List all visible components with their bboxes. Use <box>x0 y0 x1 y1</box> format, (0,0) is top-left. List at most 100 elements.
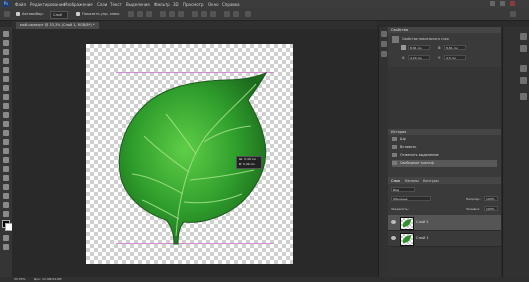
path-select-tool[interactable] <box>3 175 9 181</box>
zoom-tool[interactable] <box>3 202 9 208</box>
menu-3d[interactable]: 3D <box>173 2 179 7</box>
document-tab[interactable]: мой-самолрт @ 33,3% (Слой 1, RGB/8*) * <box>16 22 99 29</box>
info-panel-icon[interactable] <box>381 41 387 47</box>
align-center-icon[interactable] <box>169 11 175 17</box>
clone-stamp-tool[interactable] <box>3 103 9 109</box>
layer-row-2[interactable]: Слой 2 <box>388 215 501 231</box>
visibility-eye-icon[interactable] <box>391 220 396 224</box>
align-right-icon[interactable] <box>178 11 184 17</box>
opacity-field[interactable]: 100% <box>484 196 498 201</box>
autoselect-dropdown[interactable]: Слой <box>50 11 68 19</box>
3d-mode-icon[interactable] <box>245 11 251 17</box>
x-field[interactable]: 4,24 см <box>408 55 430 60</box>
menu-view[interactable]: Просмотр <box>183 2 204 7</box>
width-field[interactable]: 8,81 см <box>408 45 430 50</box>
menu-file[interactable]: Файл <box>15 2 26 7</box>
height-field[interactable]: 8,81 см <box>444 45 466 50</box>
history-item[interactable]: Шр <box>392 136 497 143</box>
height-value: 8,81 см <box>446 46 458 50</box>
menu-type[interactable]: Текст <box>110 2 122 7</box>
minimize-icon[interactable] <box>490 1 495 6</box>
eraser-tool[interactable] <box>3 121 9 127</box>
distribute-space-icon[interactable] <box>233 11 239 17</box>
history-item-label: Вставить <box>400 145 417 149</box>
tab-layers[interactable]: Слои <box>391 179 400 183</box>
menu-select[interactable]: Выделение <box>126 2 150 7</box>
y-field[interactable]: 4,5 см <box>444 55 466 60</box>
history-item-current[interactable]: Свободное трансф. <box>392 160 497 167</box>
layers-tabs: Слои Каналы Контуры <box>388 177 501 184</box>
edit-toolbar-icon[interactable] <box>3 211 9 217</box>
history-item-label: Свободное трансф. <box>400 161 435 165</box>
blur-tool[interactable] <box>3 139 9 145</box>
lasso-tool[interactable] <box>3 49 9 55</box>
layer-name[interactable]: Слой 2 <box>416 220 428 224</box>
link-icon[interactable] <box>401 45 406 50</box>
layer-thumbnail <box>400 217 414 230</box>
history-panel-icon[interactable] <box>381 31 387 37</box>
swatches-panel-icon[interactable] <box>520 45 527 52</box>
menu-edit[interactable]: Редактирование <box>30 2 65 7</box>
menu-image[interactable]: Изображение <box>64 2 93 7</box>
menu-help[interactable]: Справка <box>222 2 240 7</box>
layer-name[interactable]: Слой 1 <box>416 236 428 240</box>
hand-tool[interactable] <box>3 193 9 199</box>
move-tool[interactable] <box>3 31 9 37</box>
type-tool[interactable] <box>3 166 9 172</box>
healing-brush-tool[interactable] <box>3 85 9 91</box>
layer-thumbnail <box>400 233 414 246</box>
zoom-level[interactable]: 33,33% <box>14 277 25 281</box>
canvas[interactable] <box>86 44 293 264</box>
quick-select-tool[interactable] <box>3 58 9 64</box>
shape-tool[interactable] <box>3 184 9 190</box>
pen-tool[interactable] <box>3 157 9 163</box>
character-panel-icon[interactable] <box>381 51 387 57</box>
distribute-icon[interactable] <box>192 11 198 17</box>
history-brush-tool[interactable] <box>3 112 9 118</box>
show-controls-label: Показать упр. элем. <box>82 12 121 16</box>
layer-kind-value: Вид <box>393 188 400 192</box>
autoselect-checkbox[interactable] <box>16 12 20 16</box>
close-icon[interactable] <box>510 1 515 6</box>
marquee-tool[interactable] <box>3 40 9 46</box>
menu-window[interactable]: Окно <box>208 2 219 7</box>
show-controls-checkbox[interactable] <box>76 12 80 16</box>
blend-mode-select[interactable]: Обычные <box>391 196 431 201</box>
styles-panel-icon[interactable] <box>520 77 527 84</box>
maximize-icon[interactable] <box>500 1 505 6</box>
menu-filter[interactable]: Фильтр <box>154 2 170 7</box>
move-tool-icon[interactable] <box>4 11 10 17</box>
align-top-icon[interactable] <box>128 11 134 17</box>
gradient-tool[interactable] <box>3 130 9 136</box>
history-item[interactable]: Вставить <box>392 144 497 151</box>
distribute-center-icon[interactable] <box>201 11 207 17</box>
distribute-bottom-icon[interactable] <box>210 11 216 17</box>
brush-tool[interactable] <box>3 94 9 100</box>
menu-layers[interactable]: Слои <box>97 2 107 7</box>
align-left-icon[interactable] <box>160 11 166 17</box>
color-panel-icon[interactable] <box>520 33 527 40</box>
visibility-eye-icon[interactable] <box>391 236 396 240</box>
eyedropper-tool[interactable] <box>3 76 9 82</box>
layer-kind-filter[interactable]: Вид <box>391 187 415 192</box>
distribute-horizontal-icon[interactable] <box>224 11 230 17</box>
fill-field[interactable]: 100% <box>484 206 498 211</box>
tab-paths[interactable]: Контуры <box>423 179 439 183</box>
layer-row-1[interactable]: Слой 1 <box>388 231 501 247</box>
tab-channels[interactable]: Каналы <box>405 179 419 183</box>
align-middle-icon[interactable] <box>137 11 143 17</box>
crop-tool[interactable] <box>3 67 9 73</box>
align-bottom-icon[interactable] <box>146 11 152 17</box>
dodge-tool[interactable] <box>3 148 9 154</box>
history-item[interactable]: Отменить выделение <box>392 152 497 159</box>
doc-info: Док: 12,3M/24,6M <box>34 277 62 281</box>
adjustments-panel-icon[interactable] <box>520 65 527 72</box>
properties-panel-header[interactable]: Свойства <box>388 27 501 33</box>
right-icon-strip <box>502 27 529 277</box>
transform-tooltip: Ш: 5,49 см В: 5,49 см <box>236 156 262 169</box>
quick-mask-icon[interactable] <box>3 235 9 241</box>
screen-mode-icon[interactable] <box>3 244 9 250</box>
workspace-icon[interactable] <box>510 11 516 17</box>
leaf-thumbnail-icon <box>402 219 411 227</box>
libraries-panel-icon[interactable] <box>520 93 527 100</box>
